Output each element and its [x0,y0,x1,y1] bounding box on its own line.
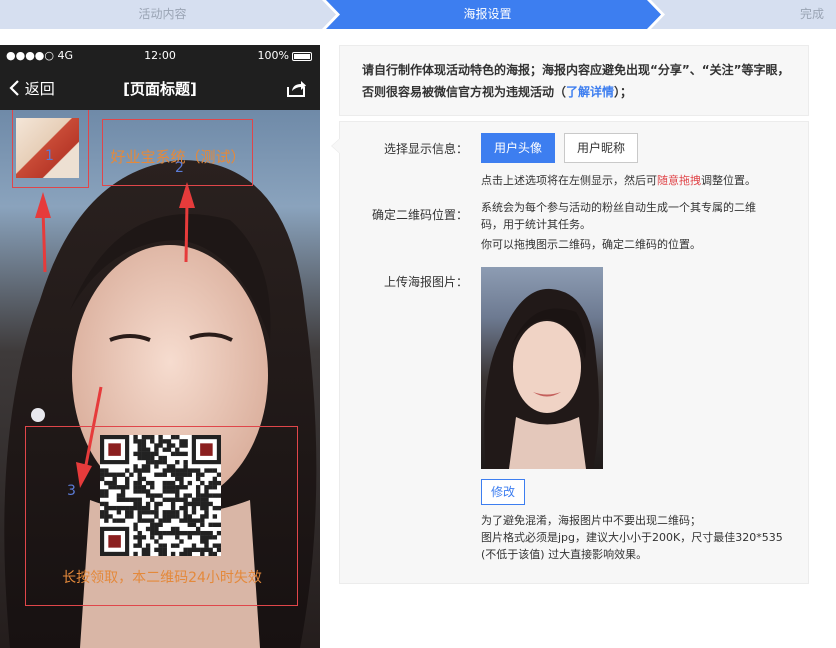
avatar-box-number: 1 [45,148,54,164]
phone-nav-bar: 返回 [页面标题] [0,67,320,110]
qr-hint-line-2: 码，用于统计其任务。 [481,218,591,231]
qr-box-number: 3 [67,483,76,499]
poster-notice: 请自行制作体现活动特色的海报；海报内容应避免出现“分享”、“关注”等字眼， 否则… [339,45,809,116]
notice-line-2-prefix: 否则很容易被微信官方视为违规活动（ [362,85,567,99]
page-title: [页面标题] [123,80,197,98]
notice-line-2-suffix: ）； [614,85,633,99]
battery-indicator: 100% [258,49,312,62]
poster-preview-photo [484,288,599,469]
phone-status-bar: ●●●●○ 4G 12:00 100% [0,45,320,67]
nickname-drag-box[interactable]: 好业宝系统（测试） 2 [102,119,253,186]
display-info-label: 选择显示信息： [383,142,468,156]
upload-hint-line-1: 为了避免混淆，海报图片中不要出现二维码； [481,514,701,527]
qr-position-label: 确定二维码位置： [371,208,468,222]
qr-drag-box[interactable]: 3 长按领取，本二维码24小时失效 [25,426,298,606]
upload-hint-line-3: (不低于该值) 过大直接影响效果。 [481,548,648,561]
step-poster-settings[interactable]: 海报设置 [325,0,650,29]
user-nickname-button[interactable]: 用户昵称 [564,133,639,163]
qr-position-hint: 系统会为每个参与活动的粉丝自动生成一个其专属的二维 码，用于统计其任务。 你可以… [481,199,756,253]
qr-hint-line-3: 你可以拖拽图示二维码，确定二维码的位置。 [481,238,701,251]
display-info-hint: 点击上述选项将在左侧显示，然后可随意拖拽调整位置。 [481,172,756,189]
step-activity-content[interactable]: 活动内容 [0,0,325,29]
poster-image-preview [481,267,603,469]
step-bar: 活动内容 海报设置 完成 [0,0,836,29]
upload-hint: 为了避免混淆，海报图片中不要出现二维码； 图片格式必须是jpg，建议大小小于20… [481,512,783,563]
notice-line-2: 否则很容易被微信官方视为违规活动（了解详情）； [362,81,808,103]
share-icon[interactable] [284,76,308,100]
battery-icon [292,51,312,61]
user-avatar-button[interactable]: 用户头像 [481,133,556,163]
edit-poster-button[interactable]: 修改 [481,479,526,505]
avatar-drag-box[interactable]: 1 [12,110,89,188]
upload-hint-line-2: 图片格式必须是jpg，建议大小小于200K，尺寸最佳320*535 [481,531,783,544]
poster-canvas: 1 好业宝系统（测试） 2 3 长按领取，本二维码24小时失效 [0,110,320,648]
display-hint-prefix: 点击上述选项将在左侧显示，然后可 [481,174,657,187]
battery-level: 100% [257,49,289,62]
qr-hint-line-1: 系统会为每个参与活动的粉丝自动生成一个其专属的二维 [481,201,756,214]
learn-more-link[interactable]: 了解详情 [566,85,614,99]
display-hint-suffix: 调整位置。 [701,174,756,187]
step-finish[interactable]: 完成 [650,0,836,29]
notice-line-1: 请自行制作体现活动特色的海报；海报内容应避免出现“分享”、“关注”等字眼， [362,63,790,77]
upload-poster-label: 上传海报图片： [383,275,468,289]
qr-code-image [100,435,222,557]
qr-caption: 长按领取，本二维码24小时失效 [62,570,262,586]
phone-preview: ●●●●○ 4G 12:00 100% 返回 [页面标题] 1 好业宝系统（测试… [0,45,320,648]
qr-code-pattern [100,435,222,557]
display-hint-drag: 随意拖拽 [657,174,701,187]
nickname-box-number: 2 [175,160,184,176]
poster-settings-panel: 选择显示信息： 用户头像 用户昵称 点击上述选项将在左侧显示，然后可随意拖拽调整… [331,121,809,584]
